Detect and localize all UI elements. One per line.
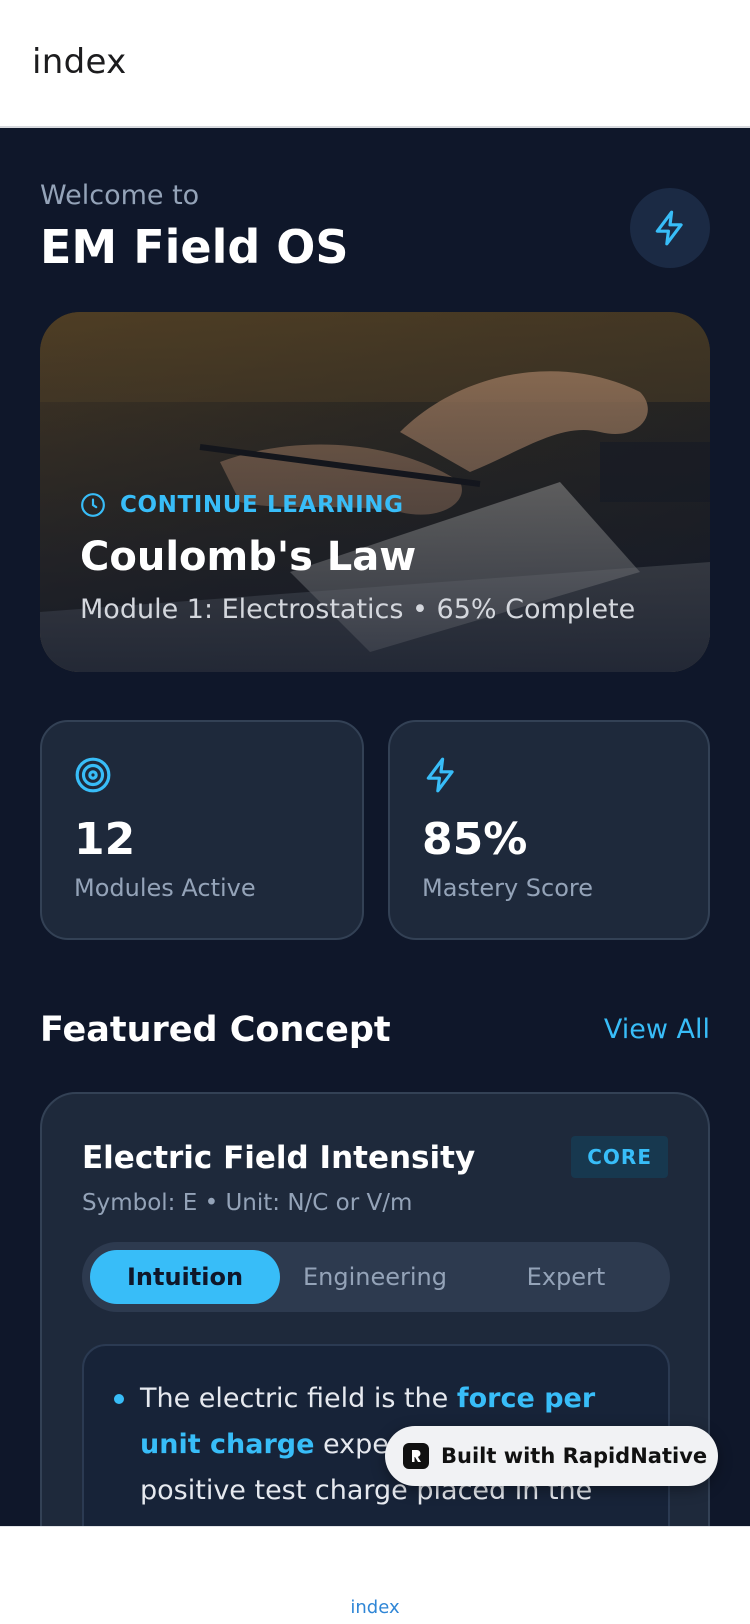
- concept-name: Electric Field Intensity: [82, 1140, 476, 1176]
- bolt-icon: [426, 757, 454, 793]
- bullet-dot: [114, 1394, 124, 1404]
- hero-lesson-title: Coulomb's Law: [80, 534, 417, 580]
- tab-index[interactable]: index: [0, 1597, 750, 1618]
- bolt-icon: [655, 210, 683, 246]
- level-segmented-control: Intuition Engineering Expert: [82, 1242, 670, 1312]
- stat-card-mastery[interactable]: 85% Mastery Score: [388, 720, 710, 940]
- clock-icon: [81, 493, 105, 517]
- hero-lesson-meta: Module 1: Electrostatics • 65% Complete: [80, 594, 636, 625]
- stat-value: 12: [74, 814, 136, 865]
- hero-eyebrow: CONTINUE LEARNING: [80, 492, 404, 518]
- stat-label: Mastery Score: [422, 874, 594, 902]
- view-all-link[interactable]: View All: [604, 1014, 710, 1045]
- welcome-text: Welcome to: [40, 180, 200, 211]
- tab-expert[interactable]: Expert: [470, 1250, 662, 1304]
- built-with-badge[interactable]: Built with RapidNative: [385, 1426, 718, 1486]
- hero-eyebrow-label: CONTINUE LEARNING: [120, 492, 404, 518]
- tab-intuition[interactable]: Intuition: [90, 1250, 280, 1304]
- app-title: EM Field OS: [40, 220, 349, 274]
- stat-card-modules[interactable]: 12 Modules Active: [40, 720, 364, 940]
- stat-value: 85%: [422, 814, 528, 865]
- bottom-tab-bar: index: [0, 1526, 750, 1624]
- home-screen[interactable]: Welcome to EM Field OS CONTINUE LEARNING…: [0, 128, 750, 1526]
- section-title: Featured Concept: [40, 1010, 391, 1050]
- concept-badge: CORE: [571, 1136, 668, 1178]
- screen-title: index: [32, 42, 127, 82]
- top-app-bar: index: [0, 0, 750, 128]
- rapidnative-logo-icon: [403, 1443, 429, 1469]
- quick-action-button[interactable]: [630, 188, 710, 268]
- continue-learning-card[interactable]: CONTINUE LEARNING Coulomb's Law Module 1…: [40, 312, 710, 672]
- target-icon: [75, 757, 111, 793]
- built-with-label: Built with RapidNative: [441, 1444, 708, 1468]
- concept-subtitle: Symbol: E • Unit: N/C or V/m: [82, 1190, 413, 1216]
- stat-label: Modules Active: [74, 874, 256, 902]
- tab-engineering[interactable]: Engineering: [280, 1250, 470, 1304]
